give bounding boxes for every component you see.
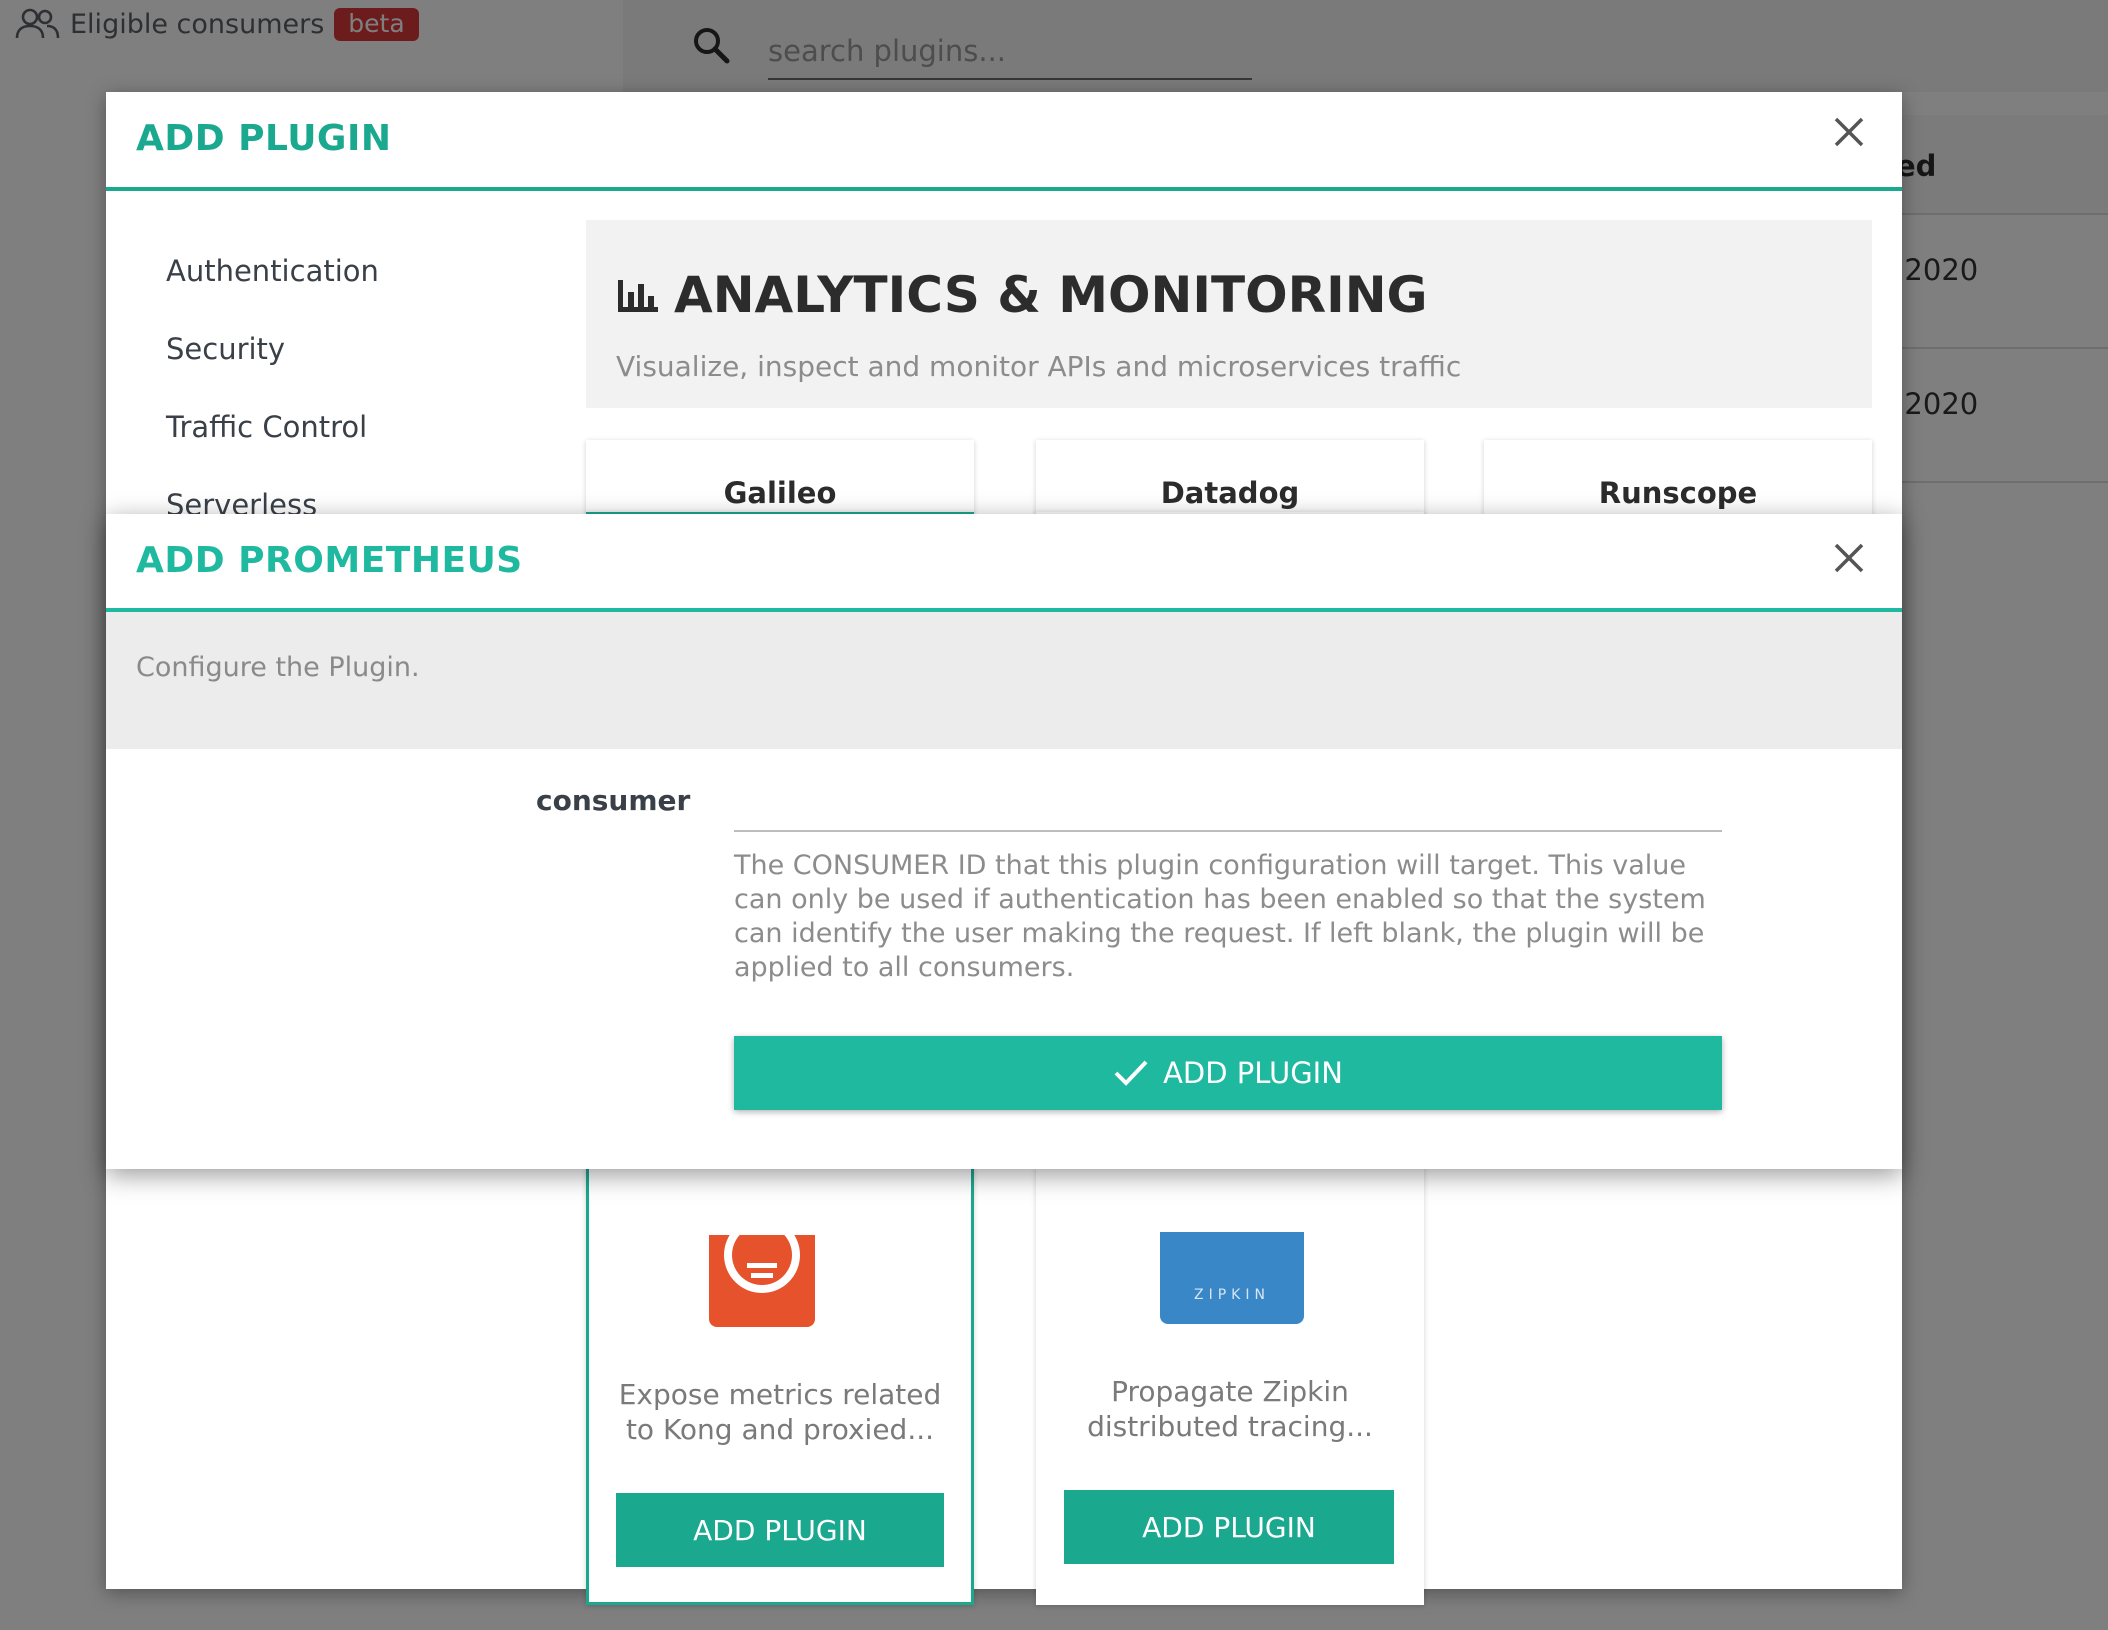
zipkin-logo: ZIPKIN bbox=[1160, 1232, 1304, 1324]
bar-chart-icon bbox=[618, 280, 658, 312]
add-plugin-zipkin-button[interactable]: ADD PLUGIN bbox=[1064, 1490, 1394, 1564]
category-banner: ANALYTICS & MONITORING Visualize, inspec… bbox=[586, 220, 1872, 408]
prometheus-logo bbox=[709, 1217, 815, 1327]
add-plugin-prometheus-button[interactable]: ADD PLUGIN bbox=[616, 1493, 944, 1567]
configure-intro: Configure the Plugin. bbox=[106, 612, 1902, 749]
consumer-field-label: consumer bbox=[536, 784, 691, 817]
configure-intro-text: Configure the Plugin. bbox=[136, 652, 420, 683]
add-plugin-modal-header: ADD PLUGIN bbox=[106, 92, 1902, 191]
zipkin-logo-text: ZIPKIN bbox=[1194, 1287, 1270, 1303]
close-icon bbox=[1834, 117, 1864, 147]
close-add-plugin-button[interactable] bbox=[1831, 114, 1867, 150]
category-traffic-control[interactable]: Traffic Control bbox=[166, 388, 379, 466]
section-title: ANALYTICS & MONITORING bbox=[616, 266, 1428, 324]
section-title-text: ANALYTICS & MONITORING bbox=[674, 266, 1428, 324]
plugin-card-description: Expose metrics related to Kong and proxi… bbox=[618, 1378, 942, 1446]
add-prometheus-modal-header: ADD PROMETHEUS bbox=[106, 514, 1902, 612]
close-add-prometheus-button[interactable] bbox=[1831, 540, 1867, 576]
consumer-field[interactable] bbox=[734, 780, 1722, 832]
plugin-card-title: Runscope bbox=[1598, 476, 1758, 510]
add-plugin-submit-button[interactable]: ADD PLUGIN bbox=[734, 1036, 1722, 1110]
category-security[interactable]: Security bbox=[166, 310, 379, 388]
section-subtitle: Visualize, inspect and monitor APIs and … bbox=[616, 350, 1462, 383]
add-plugin-submit-label: ADD PLUGIN bbox=[1163, 1056, 1343, 1090]
plugin-card-title: Datadog bbox=[1160, 476, 1300, 510]
prometheus-logo-icon bbox=[724, 1217, 800, 1293]
category-list: Authentication Security Traffic Control … bbox=[166, 232, 379, 544]
category-authentication[interactable]: Authentication bbox=[166, 232, 379, 310]
add-plugin-modal-title: ADD PLUGIN bbox=[136, 118, 392, 159]
plugin-card-title: Galileo bbox=[723, 476, 837, 510]
check-icon bbox=[1114, 1060, 1148, 1086]
add-prometheus-modal: ADD PROMETHEUS Configure the Plugin. con… bbox=[106, 514, 1902, 1169]
add-prometheus-modal-title: ADD PROMETHEUS bbox=[136, 540, 523, 581]
close-icon bbox=[1834, 543, 1864, 573]
consumer-field-help: The CONSUMER ID that this plugin configu… bbox=[734, 850, 1706, 983]
plugin-card-description: Propagate Zipkin distributed tracing... bbox=[1087, 1375, 1373, 1443]
